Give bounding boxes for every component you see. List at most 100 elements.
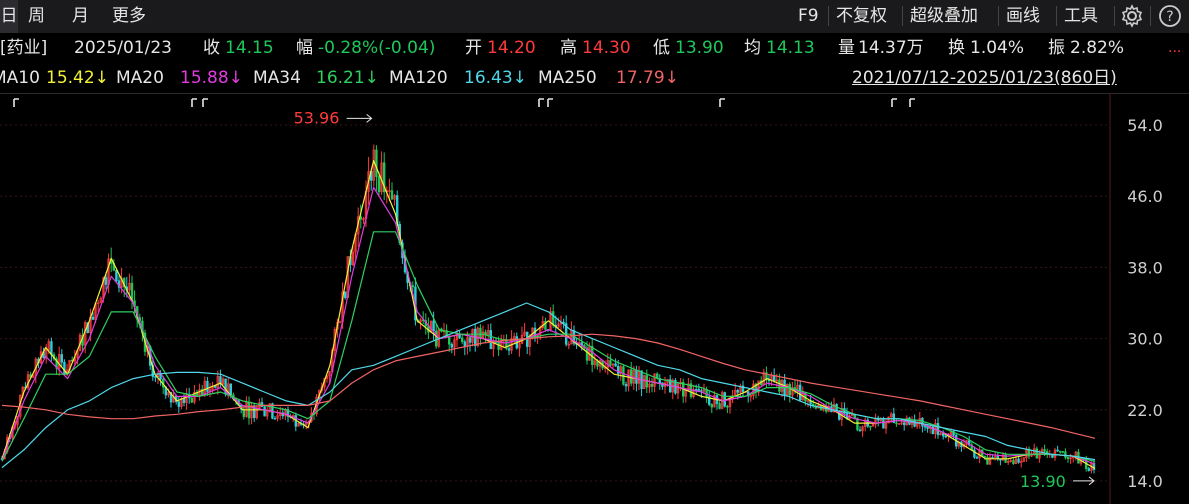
candle-body [115, 269, 118, 281]
ma20-value: 15.88↓ [180, 68, 243, 88]
tab-day[interactable]: 日 [0, 0, 18, 33]
gear-icon[interactable] [1120, 4, 1144, 28]
flag-icon [202, 98, 208, 107]
y-tick-label: 38.0 [1127, 258, 1163, 277]
close-value: 14.15 [225, 38, 274, 58]
candle-body [897, 423, 901, 425]
volume-value: 14.37万 [858, 38, 924, 58]
no-adjust-button[interactable]: 不复权 [836, 0, 887, 33]
candle-body [343, 291, 347, 298]
divider [1150, 6, 1151, 26]
candle-body [377, 176, 381, 193]
candle-body [1064, 451, 1067, 458]
candle-body [1087, 468, 1091, 471]
candle-body [975, 456, 979, 459]
candle-body [463, 341, 466, 347]
candle-body [923, 425, 927, 428]
candle-body [902, 422, 906, 426]
y-tick-label: 14.0 [1127, 472, 1163, 491]
candle-body [390, 190, 394, 200]
candle-body [206, 380, 209, 392]
change-value: -0.28%(-0.04) [318, 38, 436, 58]
candle-body [154, 376, 157, 378]
ma-line-ma120 [1, 302, 1096, 469]
candle-body [484, 331, 487, 335]
candle-body [1066, 457, 1070, 460]
low-value: 13.90 [675, 38, 724, 58]
chart-grid [0, 93, 1111, 504]
candle-body [1012, 460, 1015, 464]
ma250-label: MA250 [538, 68, 597, 88]
candle-body [936, 423, 940, 436]
high-value: 14.30 [582, 38, 631, 58]
candle-body [726, 405, 729, 408]
candle-body [460, 337, 464, 342]
candle-body [525, 331, 529, 347]
low-label: 低 [653, 38, 670, 58]
min-price-label: 13.90 [1020, 472, 1066, 491]
candle-body [983, 455, 987, 458]
max-price-label: 53.96 [294, 108, 340, 127]
y-tick-label: 22.0 [1127, 401, 1163, 420]
ma34-label: MA34 [253, 68, 301, 88]
candle-body [718, 403, 721, 409]
divider [902, 6, 903, 26]
candle-body [1043, 449, 1046, 452]
candle-body [1056, 449, 1059, 452]
avg-value: 14.13 [766, 38, 815, 58]
candle-body [104, 277, 108, 285]
open-value: 14.20 [487, 38, 536, 58]
volume-label: 量 [838, 38, 855, 58]
date-range-selector[interactable]: 2021/07/12-2025/01/23(860日) [852, 63, 1117, 93]
super-overlay-button[interactable]: 超级叠加 [910, 0, 978, 33]
draw-line-button[interactable]: 画线 [1006, 0, 1040, 33]
flag-icon [891, 98, 897, 107]
flag-icon [547, 98, 553, 107]
flag-icon [13, 98, 19, 107]
ma10-value: 15.42↓ [46, 68, 109, 88]
more-info-button[interactable]: ... [1168, 33, 1181, 63]
candle-body [432, 320, 435, 332]
candle-body [91, 316, 95, 320]
candle-body [1059, 450, 1062, 453]
y-tick-label: 54.0 [1127, 116, 1163, 135]
flag-icon [909, 98, 915, 107]
flag-icon [538, 98, 544, 107]
candle-body [177, 401, 180, 407]
change-label: 幅 [296, 38, 313, 58]
turnover-label: 换 [948, 38, 965, 58]
candle-body [273, 417, 277, 420]
candle-body [710, 404, 714, 408]
avg-label: 均 [744, 38, 761, 58]
y-tick-label: 46.0 [1127, 187, 1163, 206]
tools-button[interactable]: 工具 [1064, 0, 1098, 33]
candle-body [263, 406, 266, 417]
tab-more[interactable]: 更多 [112, 0, 146, 33]
candle-body [434, 330, 438, 347]
kline-chart[interactable]: 54.0 46.0 38.0 30.0 22.0 14.0 53.96 13.90 [0, 93, 1189, 504]
ma120-value: 16.43↓ [464, 68, 527, 88]
tab-week[interactable]: 周 [28, 0, 45, 33]
candle-body [1061, 451, 1065, 453]
candle-body [882, 419, 885, 429]
candle-body [497, 342, 500, 350]
candle-body [858, 429, 862, 432]
tab-month[interactable]: 月 [72, 0, 89, 33]
quote-info-bar: [药业] 2025/01/23 收 14.15 幅 -0.28%(-0.04) … [0, 33, 1189, 63]
y-tick-label: 30.0 [1127, 330, 1163, 349]
quote-date: 2025/01/23 [74, 38, 172, 58]
candle-body [50, 341, 53, 355]
svg-text:?: ? [1166, 9, 1173, 25]
candle-body [507, 348, 511, 351]
candle-body [921, 417, 924, 427]
f9-button[interactable]: F9 [798, 0, 819, 33]
candle-body [1035, 448, 1039, 459]
divider [1114, 6, 1115, 26]
candle-body [479, 327, 482, 339]
ma-line-ma20 [1, 186, 1096, 465]
candle-body [551, 311, 555, 326]
help-icon[interactable]: ? [1158, 4, 1182, 28]
flag-icon [191, 98, 197, 107]
candle-body [944, 435, 948, 438]
period-tab-bar: 日 周 月 更多 F9 不复权 超级叠加 画线 工具 ? [0, 0, 1189, 34]
